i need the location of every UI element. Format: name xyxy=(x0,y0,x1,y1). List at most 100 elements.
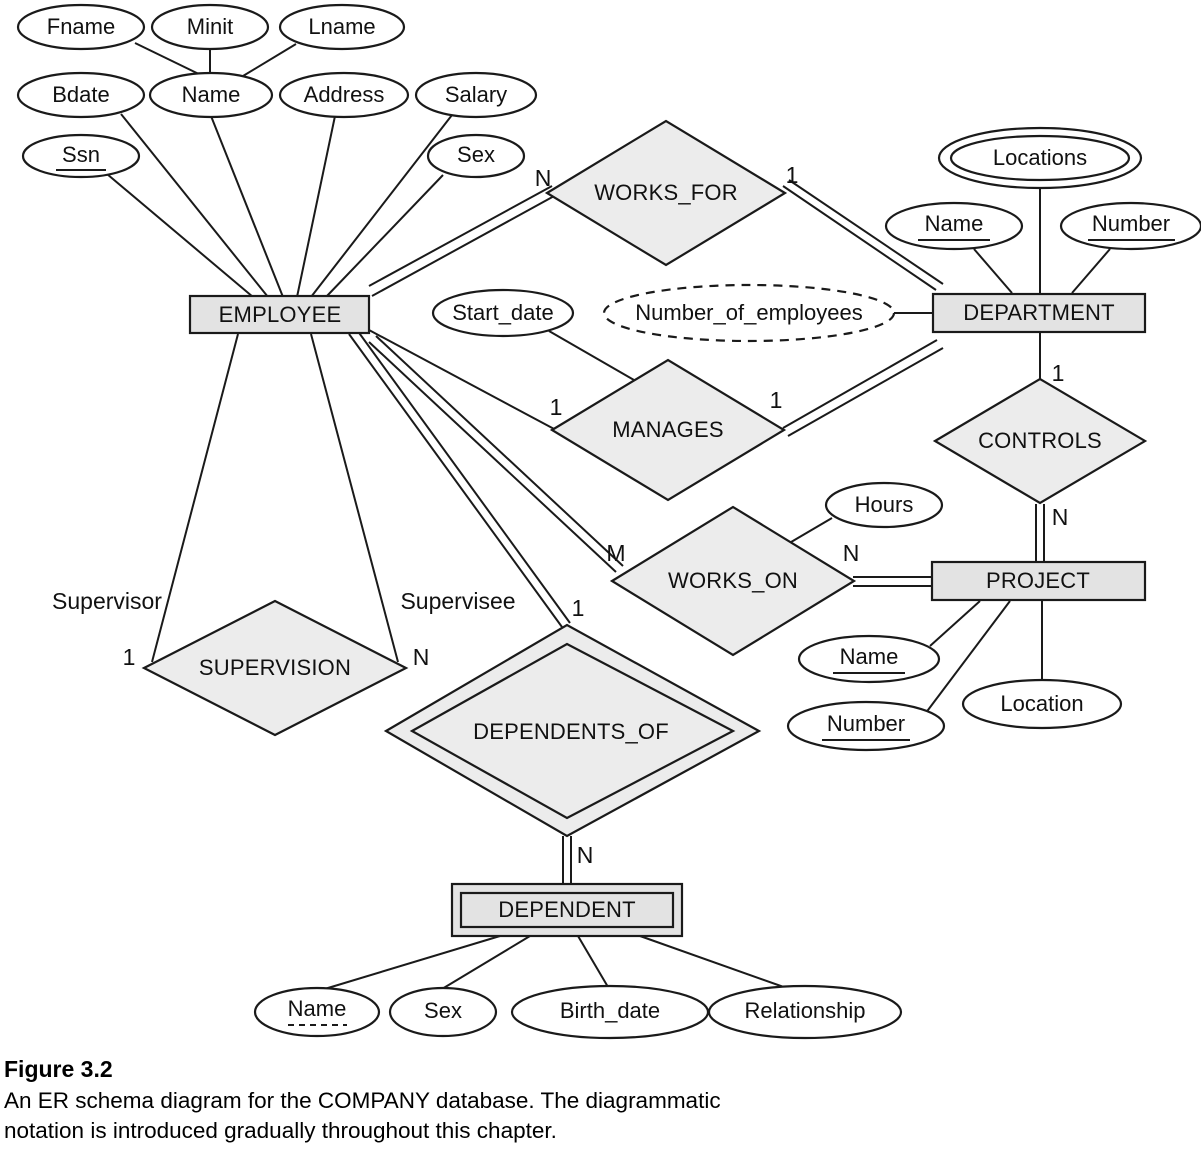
attribute-ssn[interactable]: Ssn xyxy=(21,133,141,179)
dependent-label: DEPENDENT xyxy=(498,897,636,922)
entity-department[interactable]: DEPARTMENT xyxy=(931,292,1147,334)
attribute-number-of-employees-derived[interactable]: Number_of_employees xyxy=(602,283,896,343)
department-name-label: Name xyxy=(925,211,984,236)
attribute-start-date[interactable]: Start_date xyxy=(431,288,575,338)
er-diagram-canvas: Fname Minit Lname Bdate Name Address Sal… xyxy=(16,3,1201,1040)
card-dependents-of-dependent: N xyxy=(577,842,594,868)
edge-employee-dependents-of-b xyxy=(356,329,571,624)
attribute-dependent-sex[interactable]: Sex xyxy=(388,986,498,1038)
attribute-department-name[interactable]: Name xyxy=(884,201,1024,251)
supervision-label: SUPERVISION xyxy=(199,655,351,680)
edge-manages-department-b xyxy=(787,347,944,437)
project-label: PROJECT xyxy=(986,568,1090,593)
card-works-for-employee: N xyxy=(535,165,552,191)
relationship-dependents-of[interactable]: DEPENDENTS_OF xyxy=(383,623,762,838)
employee-label: EMPLOYEE xyxy=(219,302,342,327)
figure-number: Figure 3.2 xyxy=(4,1056,113,1082)
relationship-works-on[interactable]: WORKS_ON xyxy=(609,505,857,657)
employee-attributes: Fname Minit Lname Bdate Name Address Sal… xyxy=(16,3,538,179)
edge-employee-address xyxy=(296,115,336,298)
attribute-dependent-birth-date[interactable]: Birth_date xyxy=(510,984,710,1040)
manages-label: MANAGES xyxy=(612,417,723,442)
er-diagram: Fname Minit Lname Bdate Name Address Sal… xyxy=(0,0,1201,1050)
edge-employee-works-for-b xyxy=(371,194,557,297)
locations-label: Locations xyxy=(993,145,1087,170)
ssn-label: Ssn xyxy=(62,142,100,167)
project-attributes: Name Number Location xyxy=(786,634,1123,752)
attribute-hours[interactable]: Hours xyxy=(824,481,944,529)
attribute-salary[interactable]: Salary xyxy=(414,71,538,119)
relationship-supervision[interactable]: SUPERVISION xyxy=(141,599,409,737)
sex-label: Sex xyxy=(457,142,495,167)
fname-label: Fname xyxy=(47,14,115,39)
attribute-name-composite[interactable]: Name xyxy=(148,71,274,119)
dependent-birth-date-label: Birth_date xyxy=(560,998,660,1023)
card-controls-project: N xyxy=(1052,504,1069,530)
department-label: DEPARTMENT xyxy=(963,300,1115,325)
relationship-controls[interactable]: CONTROLS xyxy=(932,377,1148,505)
card-supervision-supervisee: N xyxy=(413,644,430,670)
role-supervisee: Supervisee xyxy=(400,588,515,614)
attribute-dependent-name[interactable]: Name xyxy=(253,986,381,1038)
card-supervision-supervisor: 1 xyxy=(123,644,136,670)
edge-manages-department-a xyxy=(782,339,938,429)
attribute-project-number[interactable]: Number xyxy=(786,700,946,752)
card-works-on-project: N xyxy=(843,540,860,566)
relationship-works-for[interactable]: WORKS_FOR xyxy=(544,119,788,267)
edge-project-name xyxy=(929,600,981,647)
attribute-minit[interactable]: Minit xyxy=(150,3,270,51)
card-controls-department: 1 xyxy=(1052,360,1065,386)
dependent-name-label: Name xyxy=(288,996,347,1021)
edge-name-lname xyxy=(242,43,297,77)
edge-dependent-name xyxy=(317,935,501,992)
lname-label: Lname xyxy=(308,14,375,39)
edge-dependent-birth-date xyxy=(577,935,609,988)
project-location-label: Location xyxy=(1000,691,1083,716)
attribute-department-number[interactable]: Number xyxy=(1059,201,1201,251)
dependents-of-label: DEPENDENTS_OF xyxy=(473,719,669,744)
entity-employee[interactable]: EMPLOYEE xyxy=(188,294,371,335)
address-label: Address xyxy=(304,82,385,107)
edge-dependent-relationship xyxy=(639,935,796,992)
role-supervisor: Supervisor xyxy=(52,588,162,614)
dependent-attributes: Name Sex Birth_date Relationship xyxy=(253,984,903,1040)
attribute-project-name[interactable]: Name xyxy=(797,634,941,684)
edge-employee-ssn xyxy=(106,173,254,298)
card-works-on-employee: M xyxy=(606,540,625,566)
entity-dependent-weak[interactable]: DEPENDENT xyxy=(450,882,684,938)
project-name-label: Name xyxy=(840,644,899,669)
project-number-label: Number xyxy=(827,711,905,736)
number-of-employees-label: Number_of_employees xyxy=(635,300,862,325)
edge-employee-salary xyxy=(310,114,453,298)
edge-employee-manages xyxy=(368,329,557,431)
relationship-manages[interactable]: MANAGES xyxy=(549,358,787,502)
edge-department-name xyxy=(973,248,1013,294)
controls-label: CONTROLS xyxy=(978,428,1102,453)
minit-label: Minit xyxy=(187,14,233,39)
works-for-label: WORKS_FOR xyxy=(594,180,738,205)
attribute-bdate[interactable]: Bdate xyxy=(16,71,146,119)
edge-department-number xyxy=(1071,248,1111,294)
attribute-locations-multivalued[interactable]: Locations xyxy=(937,126,1143,190)
edge-employee-works-for-a xyxy=(368,185,553,287)
name-label: Name xyxy=(182,82,241,107)
card-dependents-of-employee: 1 xyxy=(572,595,585,621)
attribute-sex[interactable]: Sex xyxy=(426,133,526,179)
hours-label: Hours xyxy=(855,492,914,517)
dependent-relationship-label: Relationship xyxy=(744,998,865,1023)
attribute-fname[interactable]: Fname xyxy=(16,3,146,51)
entity-project[interactable]: PROJECT xyxy=(930,560,1147,602)
attribute-project-location[interactable]: Location xyxy=(961,678,1123,730)
attribute-lname[interactable]: Lname xyxy=(278,3,406,51)
attribute-address[interactable]: Address xyxy=(278,71,410,119)
start-date-label: Start_date xyxy=(452,300,554,325)
attribute-dependent-relationship[interactable]: Relationship xyxy=(707,984,903,1040)
dependent-sex-label: Sex xyxy=(424,998,462,1023)
card-works-for-department: 1 xyxy=(786,162,799,188)
edge-employee-works-on-a xyxy=(368,341,617,573)
edge-works-on-hours xyxy=(785,517,833,546)
salary-label: Salary xyxy=(445,82,507,107)
edge-dependent-sex xyxy=(441,935,531,990)
figure-caption-block: Figure 3.2 An ER schema diagram for the … xyxy=(0,1055,1201,1145)
card-manages-department: 1 xyxy=(770,387,783,413)
